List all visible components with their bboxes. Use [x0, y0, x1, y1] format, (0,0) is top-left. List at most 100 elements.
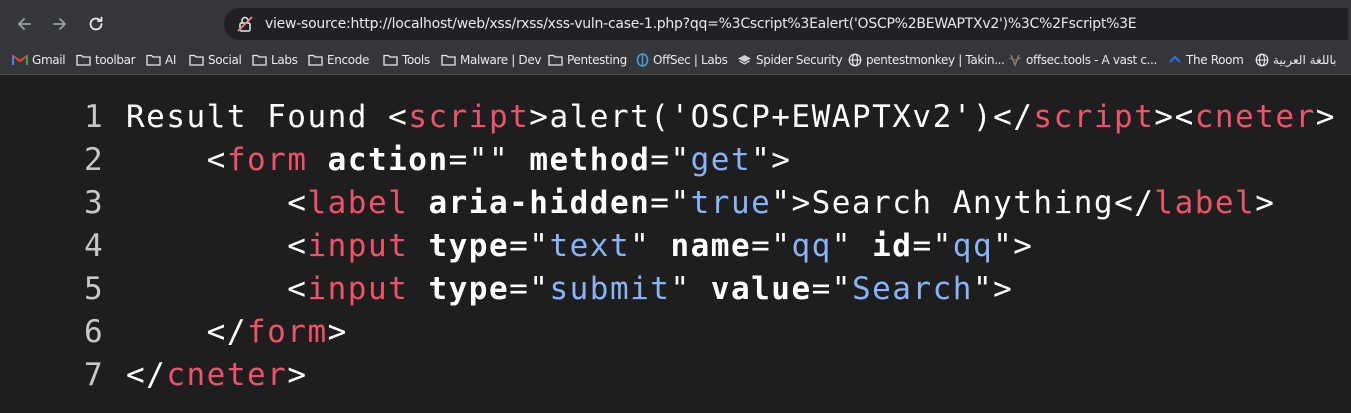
- bookmark-label: OffSec | Labs: [653, 53, 728, 67]
- bookmark-the-room[interactable]: The Room: [1168, 51, 1244, 69]
- line-number: 4: [84, 228, 105, 264]
- line-number: 1: [84, 99, 105, 135]
- source-text: =": [751, 228, 792, 264]
- bookmark-label: Tools: [402, 53, 430, 67]
- source-text: ">: [972, 271, 1014, 307]
- tag-name: input: [307, 271, 409, 307]
- bookmark-spider-security[interactable]: Spider Security: [737, 51, 843, 69]
- offsec-icon: [636, 53, 649, 67]
- forward-button[interactable]: [46, 10, 74, 38]
- folder-icon: [146, 54, 161, 66]
- source-code: <input type="text" name="qq" id="qq">: [126, 228, 1033, 264]
- attribute-value: qq: [952, 228, 994, 264]
- folder-icon: [252, 54, 267, 66]
- gmail-icon: [12, 54, 28, 66]
- folder-icon: [189, 54, 204, 66]
- source-text: ": [630, 228, 651, 264]
- bookmark-offsec-tools[interactable]: offsec.tools - A vast c...: [1008, 51, 1157, 69]
- reload-button[interactable]: [82, 10, 110, 38]
- url-text[interactable]: view-source:http://localhost/web/xss/rxs…: [265, 16, 1137, 32]
- source-text: <: [126, 271, 308, 307]
- bookmark-folder-social[interactable]: Social: [189, 51, 242, 69]
- bookmark-folder-labs[interactable]: Labs: [252, 51, 298, 69]
- source-text: Search Anything: [811, 185, 1115, 221]
- source-text: [408, 228, 428, 264]
- source-text: >: [1255, 185, 1276, 221]
- tag-name: form: [246, 314, 328, 350]
- line-number: 2: [84, 142, 105, 178]
- tag-name: form: [226, 142, 308, 178]
- source-text: alert('OSCP+EWAPTXv2'): [549, 99, 994, 135]
- source-text: =": [650, 142, 691, 178]
- source-text: =": [509, 228, 550, 264]
- bookmark-folder-malware-dev[interactable]: Malware | Dev: [441, 51, 541, 69]
- attribute-name: type: [428, 228, 510, 264]
- not-secure-icon[interactable]: [236, 15, 254, 38]
- source-text: >: [1315, 99, 1336, 135]
- line-number: 3: [84, 185, 105, 221]
- source-text: >: [1154, 99, 1175, 135]
- attribute-value: true: [690, 185, 772, 221]
- offsec-tools-icon: [1008, 53, 1022, 67]
- source-text: >: [327, 314, 348, 350]
- bookmark-gmail[interactable]: Gmail: [12, 51, 66, 69]
- tag-name: cneter: [1194, 99, 1316, 135]
- forward-arrow-icon: [53, 18, 66, 30]
- source-text: =": [650, 185, 691, 221]
- bookmark-pentestmonkey[interactable]: pentestmonkey | Takin...: [848, 51, 1005, 69]
- attribute-value: get: [690, 142, 752, 178]
- line-number: 7: [84, 357, 105, 393]
- bookmark-label: Labs: [271, 53, 298, 67]
- source-text: ">: [993, 228, 1034, 264]
- bookmark-offsec-labs[interactable]: OffSec | Labs: [636, 51, 728, 69]
- bookmark-label: باللغة العربية: [1273, 53, 1337, 67]
- line-number: 6: [84, 314, 105, 350]
- address-bar[interactable]: view-source:http://localhost/web/xss/rxs…: [224, 8, 1348, 40]
- attribute-name: value: [710, 271, 812, 307]
- source-text: ": [831, 228, 852, 264]
- tag-name: cneter: [166, 357, 288, 393]
- globe-icon: [848, 53, 862, 67]
- source-text: </: [126, 314, 247, 350]
- attribute-value: Search: [851, 271, 973, 307]
- back-button[interactable]: [10, 10, 38, 38]
- source-code: <input type="submit" value="Search">: [126, 271, 1013, 307]
- attribute-name: aria-hidden: [428, 185, 651, 221]
- bookmark-folder-encode[interactable]: Encode: [308, 51, 369, 69]
- bookmark-label: Pentesting: [567, 53, 627, 67]
- source-text: ="": [448, 142, 510, 178]
- source-code: </form>: [126, 314, 348, 350]
- bookmark-label: Spider Security: [756, 53, 843, 67]
- bookmark-folder-tools[interactable]: Tools: [383, 51, 430, 69]
- attribute-name: id: [872, 228, 913, 264]
- tag-name: label: [307, 185, 409, 221]
- source-code: </cneter>: [126, 357, 307, 393]
- reload-icon: [89, 16, 103, 31]
- room-icon: [1168, 53, 1182, 67]
- bookmark-folder-pentesting[interactable]: Pentesting: [548, 51, 627, 69]
- source-text: Result Found: [126, 99, 389, 135]
- source-text: <: [388, 99, 409, 135]
- view-source-content: 1 Result Found <script>alert('OSCP+EWAPTX…: [0, 75, 1351, 413]
- bookmark-arabic[interactable]: باللغة العربية: [1255, 51, 1337, 69]
- browser-toolbar: view-source:http://localhost/web/xss/rxs…: [0, 0, 1351, 46]
- attribute-value: submit: [549, 271, 671, 307]
- line-number: 5: [84, 271, 105, 307]
- back-arrow-icon: [18, 18, 31, 30]
- source-text: [307, 142, 327, 178]
- source-text: ": [670, 271, 691, 307]
- bookmark-label: Malware | Dev: [460, 53, 542, 67]
- folder-icon: [441, 54, 456, 66]
- bookmark-label: Gmail: [32, 53, 66, 67]
- attribute-value: text: [549, 228, 631, 264]
- bookmark-label: toolbar: [95, 53, 136, 67]
- bookmark-folder-ai[interactable]: AI: [146, 51, 176, 69]
- attribute-name: action: [327, 142, 449, 178]
- source-text: =": [811, 271, 852, 307]
- attribute-name: name: [670, 228, 752, 264]
- bookmark-folder-toolbar[interactable]: toolbar: [76, 51, 136, 69]
- source-text: [509, 142, 529, 178]
- source-text: >: [529, 99, 550, 135]
- source-text: <: [126, 142, 227, 178]
- source-code: <form action="" method="get">: [126, 142, 791, 178]
